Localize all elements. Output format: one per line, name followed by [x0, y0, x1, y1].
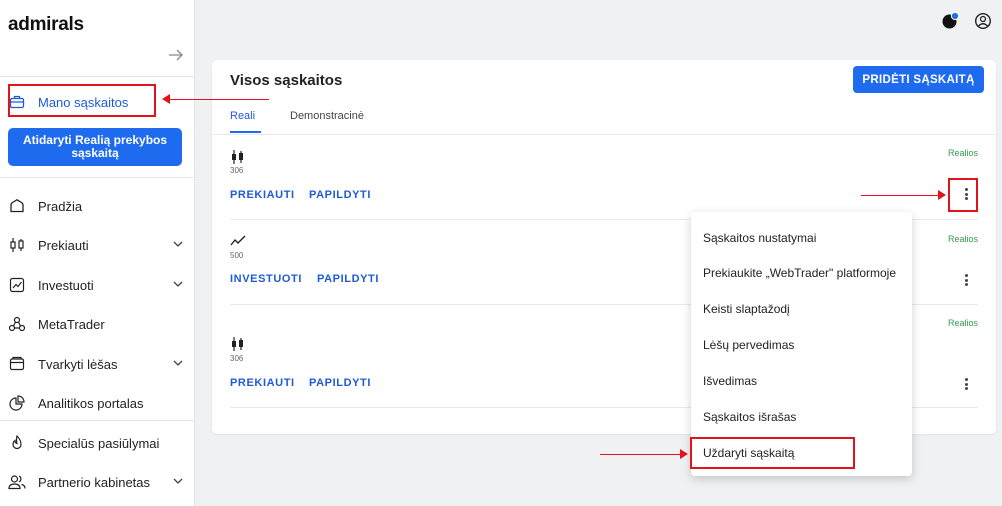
- sidebar-item-invest[interactable]: Investuoti: [0, 266, 195, 304]
- candlestick-icon: [232, 150, 243, 164]
- divider: [0, 177, 195, 178]
- trade-link[interactable]: PREKIAUTI: [230, 189, 295, 201]
- more-options-icon[interactable]: [959, 272, 973, 288]
- more-options-icon[interactable]: [959, 376, 973, 392]
- menu-item-webtrader[interactable]: Prekiaukite „WebTrader" platformoje: [703, 266, 896, 280]
- menu-item-statement[interactable]: Sąskaitos išrašas: [703, 410, 796, 424]
- tab-demo[interactable]: Demonstracinė: [290, 110, 364, 122]
- account-number: 306: [230, 166, 244, 175]
- open-real-account-button[interactable]: Atidaryti Realią prekybos sąskaitą: [8, 128, 182, 166]
- annotation-arrow: [600, 454, 682, 455]
- chart-line-icon: [8, 276, 26, 294]
- sidebar: admirals Mano sąskaitos Atidaryti Realią…: [0, 0, 195, 506]
- sidebar-item-label: MetaTrader: [38, 316, 105, 332]
- menu-item-transfer[interactable]: Lėšų pervedimas: [703, 338, 794, 352]
- sidebar-item-label: Specialūs pasiūlymai: [38, 435, 160, 451]
- sidebar-item-metatrader[interactable]: MetaTrader: [0, 305, 195, 343]
- sidebar-item-label: Partnerio kabinetas: [38, 474, 151, 490]
- divider: [0, 76, 195, 77]
- annotation-arrow: [170, 99, 269, 100]
- users-icon: [8, 473, 26, 491]
- account-status: Realios: [947, 234, 978, 244]
- menu-item-withdraw[interactable]: Išvedimas: [703, 374, 757, 388]
- candlestick-icon: [8, 236, 26, 254]
- sidebar-item-label: Tvarkyti lėšas: [38, 356, 118, 372]
- sidebar-item-label: Prekiauti: [38, 237, 89, 253]
- account-status: Realios: [947, 318, 978, 328]
- annotation-highlight-kebab: [948, 178, 978, 212]
- collapse-arrow-icon[interactable]: [168, 48, 184, 62]
- sidebar-item-manage-funds[interactable]: Tvarkyti lėšas: [0, 345, 195, 383]
- theme-toggle-icon[interactable]: [941, 12, 959, 30]
- candlestick-icon: [232, 337, 243, 351]
- logo[interactable]: admirals: [8, 14, 84, 36]
- chart-line-icon: [230, 235, 246, 246]
- annotation-highlight-my-accounts: [8, 84, 156, 117]
- home-icon: [8, 197, 26, 215]
- annotation-arrowhead: [938, 190, 946, 200]
- flame-icon: [8, 434, 26, 452]
- deposit-link[interactable]: PAPILDYTI: [317, 273, 379, 285]
- invest-link[interactable]: INVESTUOTI: [230, 273, 302, 285]
- tab-real[interactable]: Reali: [230, 110, 255, 122]
- wallet-icon: [8, 355, 26, 373]
- add-account-button[interactable]: PRIDĖTI SĄSKAITĄ: [853, 66, 984, 93]
- account-status: Realios: [947, 148, 978, 158]
- account-number: 306: [230, 354, 244, 363]
- menu-item-account-settings[interactable]: Sąskaitos nustatymai: [703, 231, 816, 245]
- chevron-down-icon: [173, 360, 183, 366]
- divider: [0, 420, 195, 421]
- active-tab-indicator: [230, 131, 261, 133]
- chevron-down-icon: [173, 281, 183, 287]
- annotation-arrowhead: [162, 94, 170, 104]
- metatrader-icon: [8, 315, 26, 333]
- sidebar-item-label: Pradžia: [38, 198, 83, 214]
- user-profile-icon[interactable]: [974, 12, 992, 30]
- annotation-arrowhead: [680, 449, 688, 459]
- sidebar-item-label: Investuoti: [38, 277, 94, 293]
- sidebar-item-analytics[interactable]: Analitikos portalas: [0, 384, 195, 422]
- sidebar-item-trade[interactable]: Prekiauti: [0, 226, 195, 264]
- account-number: 500: [230, 251, 244, 260]
- tabs-divider: [212, 134, 996, 135]
- annotation-highlight-close-account: [690, 437, 855, 469]
- page-title: Visos sąskaitos: [230, 72, 343, 89]
- chevron-down-icon: [173, 241, 183, 247]
- annotation-arrow: [861, 195, 940, 196]
- sidebar-item-special-offers[interactable]: Specialūs pasiūlymai: [0, 424, 195, 462]
- sidebar-item-label: Analitikos portalas: [38, 395, 144, 411]
- sidebar-item-home[interactable]: Pradžia: [0, 187, 195, 225]
- deposit-link[interactable]: PAPILDYTI: [309, 377, 371, 389]
- menu-item-change-password[interactable]: Keisti slaptažodį: [703, 302, 790, 316]
- pie-chart-icon: [8, 394, 26, 412]
- sidebar-item-partner-cabinet[interactable]: Partnerio kabinetas: [0, 463, 195, 501]
- deposit-link[interactable]: PAPILDYTI: [309, 189, 371, 201]
- trade-link[interactable]: PREKIAUTI: [230, 377, 295, 389]
- chevron-down-icon: [173, 478, 183, 484]
